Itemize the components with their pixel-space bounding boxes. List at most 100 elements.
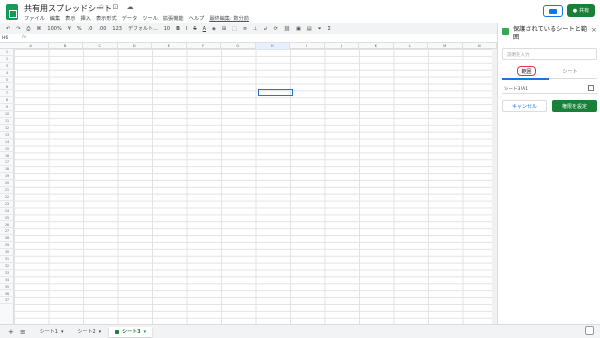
row-header[interactable]: 36 <box>0 291 14 298</box>
star-move-cloud-icons[interactable]: ☆ ⊡ ☁ <box>98 3 137 11</box>
row-header[interactable]: 1 <box>0 49 14 56</box>
name-box[interactable]: H6 <box>2 36 8 41</box>
comment-icon[interactable]: ▣ <box>296 26 301 32</box>
tab-range[interactable]: 範囲 <box>517 66 536 76</box>
redo-icon[interactable]: ↷ <box>16 26 20 32</box>
menu-extensions[interactable]: 拡張機能 <box>163 15 184 22</box>
row-header[interactable]: 29 <box>0 242 14 250</box>
row-header[interactable]: 4 <box>0 70 14 77</box>
menu-format[interactable]: 表示形式 <box>96 15 117 22</box>
merge-icon[interactable]: ⬚ <box>232 26 237 32</box>
cell-grid[interactable] <box>14 49 497 324</box>
sheet-tabs-bar: + ≡ シート1 ▾ シート2 ▾ シート3 ▾ <box>0 324 600 338</box>
row-header[interactable]: 32 <box>0 263 14 270</box>
close-icon[interactable]: × <box>591 26 597 34</box>
row-header[interactable]: 18 <box>0 166 14 174</box>
all-sheets-icon[interactable]: ≡ <box>20 328 26 336</box>
number-format-select[interactable]: 123 <box>112 26 122 32</box>
italic-button[interactable]: I <box>186 26 187 32</box>
share-button[interactable]: ● 共有 <box>567 4 595 17</box>
menu-tools[interactable]: ツール <box>142 15 158 22</box>
row-header[interactable]: 15 <box>0 146 14 153</box>
sheet-tab-active[interactable]: シート3 ▾ <box>109 326 153 337</box>
row-header[interactable]: 7 <box>0 90 14 98</box>
decrease-decimal-button[interactable]: .0 <box>88 26 93 32</box>
selected-cell[interactable] <box>258 89 293 96</box>
strikethrough-button[interactable]: S <box>193 26 196 32</box>
row-header[interactable]: 11 <box>0 118 14 125</box>
row-headers: 1 2 3 4 5 6 7 8 9 10 11 12 13 14 15 16 17 18 19 20 21 22 23 24 2… <box>0 49 14 324</box>
currency-button[interactable]: ¥ <box>68 26 71 32</box>
bold-button[interactable]: B <box>176 26 180 32</box>
borders-icon[interactable]: ⊞ <box>222 26 226 32</box>
menu-help[interactable]: ヘルプ <box>189 15 205 22</box>
text-color-button[interactable]: A <box>203 26 206 32</box>
row-header[interactable]: 5 <box>0 77 14 84</box>
wrap-icon[interactable]: ↲ <box>263 26 267 32</box>
row-header[interactable]: 12 <box>0 125 14 132</box>
row-header[interactable]: 22 <box>0 194 14 201</box>
row-header[interactable]: 37 <box>0 297 14 305</box>
row-header[interactable]: 9 <box>0 104 14 112</box>
tab-sheet[interactable]: シート <box>560 66 580 76</box>
sheet-tab[interactable]: シート2 ▾ <box>71 327 107 337</box>
menu-edit[interactable]: 編集 <box>50 15 60 22</box>
row-header[interactable]: 35 <box>0 284 14 291</box>
valign-icon[interactable]: ⊥ <box>253 26 257 32</box>
range-input[interactable]: シート3!A1 <box>502 83 597 94</box>
lock-icon <box>115 329 120 334</box>
present-button[interactable] <box>543 5 563 17</box>
menu-view[interactable]: 表示 <box>65 15 75 22</box>
row-header[interactable]: 24 <box>0 208 14 215</box>
row-header[interactable]: 28 <box>0 235 14 243</box>
fill-color-icon[interactable]: ◈ <box>212 26 216 32</box>
row-header[interactable]: 21 <box>0 187 14 194</box>
menu-insert[interactable]: 挿入 <box>81 15 91 22</box>
row-header[interactable]: 6 <box>0 84 14 91</box>
set-permissions-button[interactable]: 権限を設定 <box>552 100 597 112</box>
sheet-tab[interactable]: シート1 ▾ <box>34 327 70 337</box>
align-icon[interactable]: ≡ <box>243 26 247 32</box>
menu-data[interactable]: データ <box>122 15 138 22</box>
undo-icon[interactable]: ↶ <box>6 26 10 32</box>
description-input[interactable]: 説明を入力 <box>502 48 597 60</box>
sheets-logo[interactable] <box>6 4 18 20</box>
grid-select-icon[interactable] <box>588 85 594 91</box>
row-header[interactable]: 8 <box>0 97 14 105</box>
row-header[interactable]: 31 <box>0 256 14 263</box>
cancel-button[interactable]: キャンセル <box>502 100 547 112</box>
chart-icon[interactable]: ▤ <box>307 26 312 32</box>
row-header[interactable]: 34 <box>0 277 14 284</box>
row-header[interactable]: 27 <box>0 228 14 236</box>
row-header[interactable]: 10 <box>0 111 14 118</box>
row-header[interactable]: 25 <box>0 215 14 222</box>
row-header[interactable]: 13 <box>0 132 14 139</box>
row-header[interactable]: 20 <box>0 180 14 187</box>
row-header[interactable]: 26 <box>0 222 14 229</box>
row-header[interactable]: 33 <box>0 270 14 277</box>
paint-format-icon[interactable]: ⌘ <box>36 26 41 32</box>
filter-icon[interactable]: ⏷ <box>318 26 322 32</box>
row-header[interactable]: 16 <box>0 153 14 160</box>
print-icon[interactable]: ⎙ <box>26 26 30 32</box>
link-icon[interactable]: ⛓ <box>284 26 290 32</box>
row-header[interactable]: 14 <box>0 139 14 146</box>
row-header[interactable]: 23 <box>0 201 14 208</box>
explore-icon[interactable] <box>585 326 594 335</box>
row-header[interactable]: 30 <box>0 249 14 256</box>
row-header[interactable]: 17 <box>0 159 14 167</box>
menu-file[interactable]: ファイル <box>24 15 45 22</box>
zoom-select[interactable]: 100% <box>47 26 61 32</box>
toolbar: ↶ ↷ ⎙ ⌘ 100% ¥ % .0 .00 123 デフォルト... 10 … <box>0 23 497 34</box>
row-header[interactable]: 3 <box>0 63 14 70</box>
font-select[interactable]: デフォルト... <box>128 25 158 32</box>
font-size-select[interactable]: 10 <box>164 26 170 32</box>
percent-button[interactable]: % <box>77 26 82 32</box>
rotate-icon[interactable]: ⟳ <box>274 26 278 32</box>
functions-icon[interactable]: Σ <box>328 26 331 32</box>
add-sheet-icon[interactable]: + <box>8 328 14 336</box>
increase-decimal-button[interactable]: .00 <box>98 26 106 32</box>
row-header[interactable]: 19 <box>0 173 14 181</box>
last-edit-link[interactable]: 最終編集: 数分前 <box>209 15 249 22</box>
row-header[interactable]: 2 <box>0 56 14 63</box>
